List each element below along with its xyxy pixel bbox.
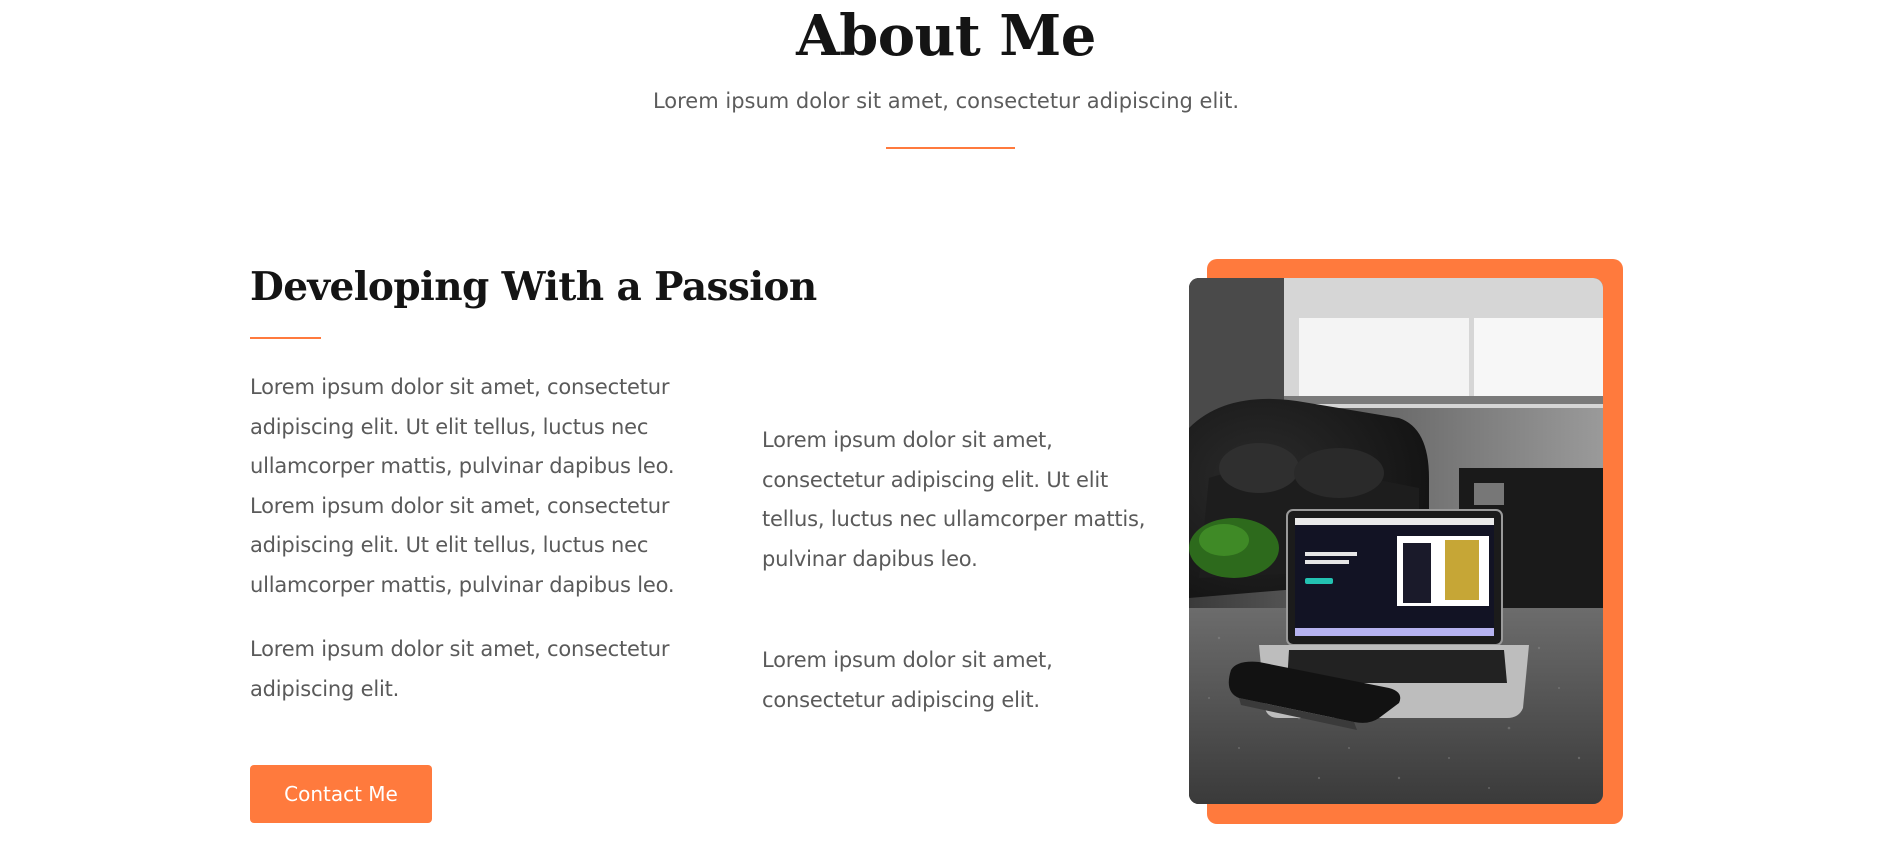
laptop-on-desk-photo [1189,278,1603,804]
contact-me-button[interactable]: Contact Me [250,765,432,823]
section-subtitle: Lorem ipsum dolor sit amet, consectetur … [652,89,1240,113]
content-heading: Developing With a Passion [250,264,817,310]
right-paragraph-1: Lorem ipsum dolor sit amet, consectetur … [762,428,1146,571]
section-title: About Me [796,3,1096,69]
title-divider [886,147,1015,149]
left-paragraph-1: Lorem ipsum dolor sit amet, consectetur … [250,375,675,597]
right-paragraph-2: Lorem ipsum dolor sit amet, consectetur … [762,648,1053,712]
photo-illustration [1189,278,1603,804]
left-paragraph-2: Lorem ipsum dolor sit amet, consectetur … [250,637,670,701]
heading-divider [250,337,321,339]
